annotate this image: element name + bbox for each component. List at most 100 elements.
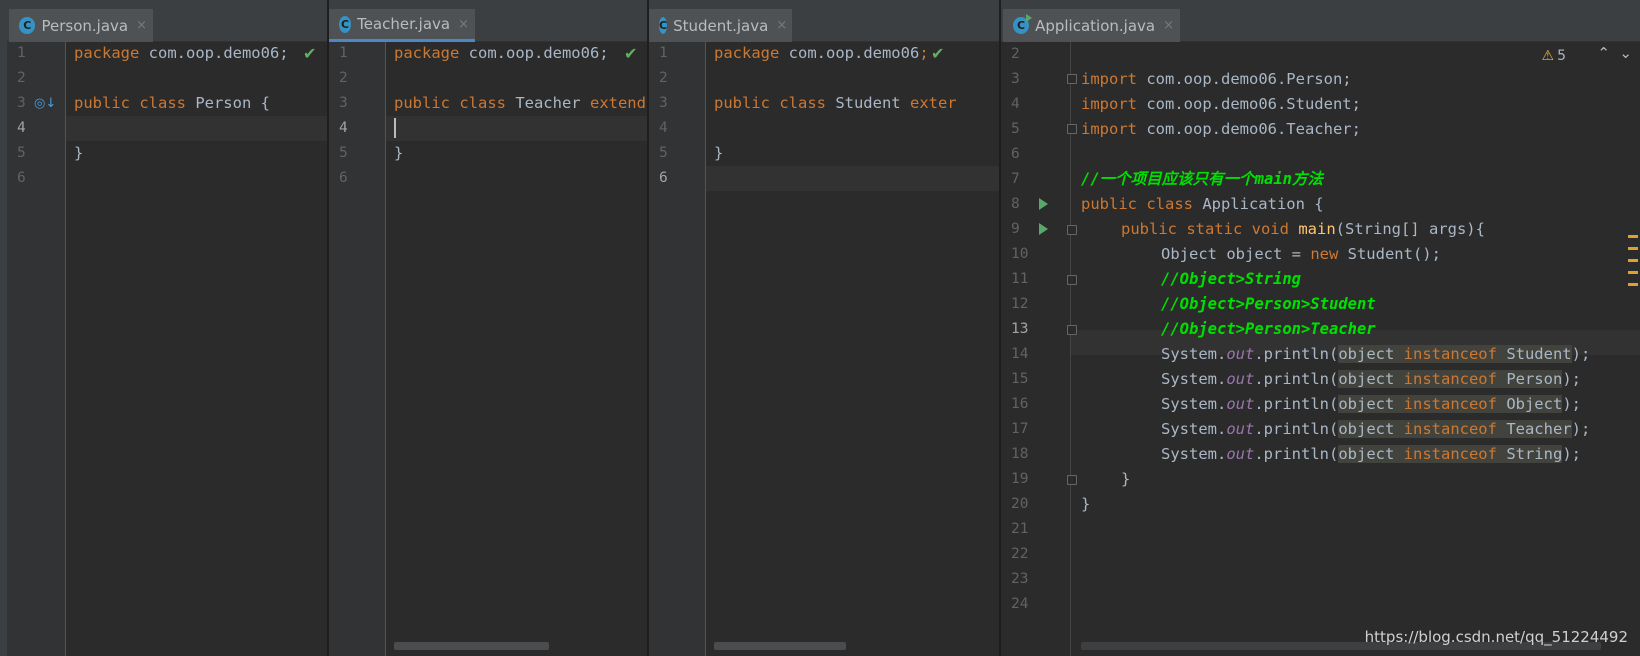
- fold-icon[interactable]: [1067, 275, 1077, 285]
- editor-pane-person: C Person.java × 1 2 3 4 5 6 ◎↓ package c…: [7, 0, 327, 656]
- close-icon[interactable]: ×: [136, 18, 147, 33]
- line-number: 13: [1011, 321, 1029, 337]
- text-caret: [394, 118, 396, 138]
- code-line[interactable]: Object object = new Student();: [1161, 242, 1441, 267]
- next-highlight-icon[interactable]: ⌄: [1619, 44, 1632, 62]
- code-line[interactable]: import com.oop.demo06.Person;: [1081, 67, 1352, 92]
- previous-highlight-icon[interactable]: ⌃: [1597, 44, 1610, 62]
- line-number: 1: [659, 45, 668, 61]
- watermark: https://blog.csdn.net/qq_51224492: [1364, 628, 1628, 646]
- code-line[interactable]: System.out.println(object instanceof Obj…: [1161, 392, 1581, 417]
- scroll-marker[interactable]: [1628, 235, 1638, 238]
- line-number: 1: [339, 45, 348, 61]
- line-number: 7: [1011, 171, 1020, 187]
- horizontal-scrollbar[interactable]: [714, 642, 846, 650]
- fold-icon[interactable]: [1067, 325, 1077, 335]
- line-number: 10: [1011, 246, 1029, 262]
- code-line[interactable]: public class Application {: [1081, 192, 1324, 217]
- code-line[interactable]: }: [394, 141, 403, 166]
- tab-application-java[interactable]: C Application.java ×: [1003, 9, 1180, 42]
- class-icon: C: [339, 15, 352, 33]
- line-number: 6: [1011, 146, 1020, 162]
- line-number: 3: [1011, 71, 1020, 87]
- check-icon: ✔: [624, 44, 638, 63]
- scroll-marker[interactable]: [1628, 271, 1638, 274]
- tab-label: Person.java: [41, 16, 129, 35]
- code-line[interactable]: public class Student exter: [714, 91, 957, 116]
- line-number: 5: [339, 145, 348, 161]
- code-line[interactable]: }: [714, 141, 723, 166]
- line-number: 2: [659, 70, 668, 86]
- fold-icon[interactable]: [1067, 74, 1077, 84]
- current-line-highlight: [386, 116, 647, 141]
- line-number: 17: [1011, 421, 1029, 437]
- code-line[interactable]: System.out.println(object instanceof Per…: [1161, 367, 1581, 392]
- scroll-marker[interactable]: [1628, 259, 1638, 262]
- run-icon[interactable]: [1039, 198, 1048, 210]
- code-comment[interactable]: //一个项目应该只有一个main方法: [1081, 167, 1323, 192]
- scroll-marker[interactable]: [1628, 247, 1638, 250]
- fold-icon[interactable]: [1067, 225, 1077, 235]
- code-line[interactable]: public class Teacher extend: [394, 91, 646, 116]
- code-line[interactable]: }: [1081, 492, 1090, 517]
- warning-icon: ⚠: [1541, 48, 1555, 64]
- runnable-badge-icon: [1026, 14, 1033, 22]
- code-line[interactable]: public class Person {: [74, 91, 270, 116]
- code-comment[interactable]: //Object>String: [1161, 267, 1301, 292]
- editor-pane-application: C Application.java × ⚠ 5 ⌃ ⌄ 2 3 4 5 6 7…: [1001, 0, 1640, 656]
- tab-label: Teacher.java: [357, 15, 451, 33]
- code-comment[interactable]: //Object>Person>Teacher: [1161, 317, 1376, 342]
- scroll-marker[interactable]: [1628, 283, 1638, 286]
- class-icon: C: [659, 17, 668, 34]
- fold-icon[interactable]: [1067, 475, 1077, 485]
- check-icon: ✔: [303, 44, 317, 63]
- code-line[interactable]: import com.oop.demo06.Teacher;: [1081, 117, 1361, 142]
- line-number: 4: [1011, 96, 1020, 112]
- line-number: 18: [1011, 446, 1029, 462]
- tab-student-java[interactable]: C Student.java ×: [649, 9, 792, 42]
- code-line[interactable]: import com.oop.demo06.Student;: [1081, 92, 1361, 117]
- check-icon: ✔: [931, 44, 945, 63]
- code-line[interactable]: System.out.println(object instanceof Str…: [1161, 442, 1581, 467]
- left-tool-strip: [0, 0, 7, 656]
- tab-bar: C Application.java ×: [1001, 0, 1640, 42]
- code-line[interactable]: public static void main(String[] args){: [1121, 217, 1485, 242]
- line-number: 9: [1011, 221, 1020, 237]
- code-line[interactable]: System.out.println(object instanceof Stu…: [1161, 342, 1590, 367]
- tab-bar: C Teacher.java ×: [329, 0, 647, 42]
- code-line[interactable]: }: [1121, 467, 1130, 492]
- code-line[interactable]: package com.oop.demo06;: [74, 41, 289, 66]
- line-number: 19: [1011, 471, 1029, 487]
- code-line[interactable]: package com.oop.demo06;: [394, 41, 609, 66]
- line-number: 2: [17, 70, 26, 86]
- line-number: 6: [339, 170, 348, 186]
- current-line-highlight: [706, 166, 1001, 191]
- code-line[interactable]: }: [74, 141, 83, 166]
- line-number: 23: [1011, 571, 1029, 587]
- close-icon[interactable]: ×: [1163, 18, 1174, 33]
- close-icon[interactable]: ×: [458, 17, 469, 32]
- tab-teacher-java[interactable]: C Teacher.java ×: [329, 9, 475, 42]
- close-icon[interactable]: ×: [776, 18, 787, 33]
- implemented-by-icon[interactable]: ◎↓: [34, 96, 56, 111]
- line-number: 4: [339, 120, 348, 136]
- line-number: 20: [1011, 496, 1029, 512]
- line-number: 5: [659, 145, 668, 161]
- horizontal-scrollbar[interactable]: [394, 642, 549, 650]
- line-number: 22: [1011, 546, 1029, 562]
- line-number: 4: [659, 120, 668, 136]
- line-number: 3: [339, 95, 348, 111]
- tab-bar: C Person.java ×: [7, 0, 327, 42]
- line-number: 3: [659, 95, 668, 111]
- line-number: 8: [1011, 196, 1020, 212]
- line-number: 2: [339, 70, 348, 86]
- code-line[interactable]: package com.oop.demo06;: [714, 41, 929, 66]
- run-icon[interactable]: [1039, 223, 1048, 235]
- code-comment[interactable]: //Object>Person>Student: [1161, 292, 1376, 317]
- code-line[interactable]: System.out.println(object instanceof Tea…: [1161, 417, 1590, 442]
- line-number: 6: [659, 170, 668, 186]
- tab-person-java[interactable]: C Person.java ×: [9, 9, 153, 42]
- fold-icon[interactable]: [1067, 124, 1077, 134]
- inspection-widget[interactable]: ⚠ 5: [1542, 48, 1566, 64]
- line-number: 24: [1011, 596, 1029, 612]
